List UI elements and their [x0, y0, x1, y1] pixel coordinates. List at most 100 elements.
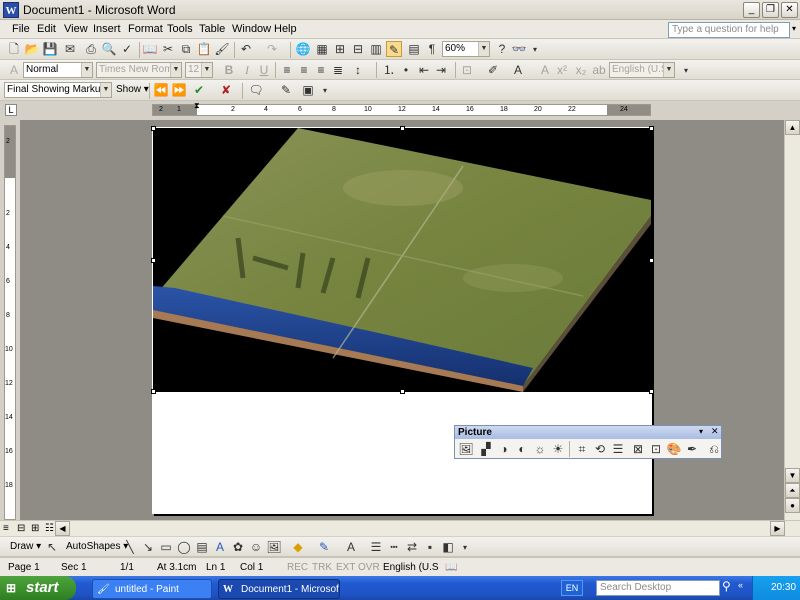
3d-style-icon[interactable]: ◧ — [440, 539, 456, 555]
resize-handle-ne[interactable] — [649, 126, 654, 131]
zoom-select[interactable]: 60% ▼ — [442, 41, 490, 57]
justify-icon[interactable]: ≣ — [330, 62, 346, 78]
resize-handle-n[interactable] — [400, 126, 405, 131]
previous-change-icon[interactable]: ⏪ — [153, 82, 169, 98]
text-box-icon[interactable]: ▤ — [194, 539, 210, 555]
format-painter-icon[interactable]: 🖌 — [214, 41, 230, 57]
arrow-icon[interactable]: ↘ — [140, 539, 156, 555]
resize-handle-e[interactable] — [649, 258, 654, 263]
picture-toolbar-close-icon[interactable]: ✕ — [711, 426, 719, 437]
set-transparent-color-icon[interactable]: ✒ — [684, 441, 700, 457]
paste-icon[interactable]: 📋 — [196, 41, 212, 57]
toolbar-options-icon-2[interactable]: ▾ — [678, 63, 694, 79]
crop-icon[interactable]: ⌗ — [574, 441, 590, 457]
increase-indent-icon[interactable]: ⇥ — [433, 62, 449, 78]
scroll-up-button[interactable]: ▲ — [785, 120, 800, 135]
permission-icon[interactable]: ✉ — [62, 41, 78, 57]
desktop-search-input[interactable]: Search Desktop — [596, 580, 720, 596]
language-indicator[interactable]: EN — [561, 580, 583, 596]
font-select[interactable]: Times New Roman ▼ — [96, 62, 182, 78]
menu-table[interactable]: Table — [199, 23, 225, 35]
fill-color-icon[interactable]: ◆ — [290, 539, 306, 555]
close-button[interactable]: ✕ — [781, 2, 798, 18]
horizontal-ruler[interactable]: 2 1 2 4 6 8 10 12 14 16 18 20 22 24 — [152, 104, 651, 116]
spelling-icon[interactable]: ✓ — [119, 41, 135, 57]
shading-icon[interactable]: ab — [591, 62, 607, 78]
font-color-draw-icon[interactable]: A — [343, 539, 359, 555]
dash-style-icon[interactable]: ┅ — [386, 539, 402, 555]
document-map-icon[interactable]: ▤ — [406, 41, 422, 57]
help-search-input[interactable]: Type a question for help — [668, 22, 790, 38]
insert-excel-icon[interactable]: ⊟ — [350, 41, 366, 57]
insert-table-icon[interactable]: ⊞ — [332, 41, 348, 57]
line-icon[interactable]: ╲ — [122, 539, 138, 555]
research-icon[interactable]: 📖 — [142, 41, 158, 57]
decrease-indent-icon[interactable]: ⇤ — [416, 62, 432, 78]
toolbar-options-icon[interactable]: ▾ — [527, 42, 543, 58]
language-select[interactable]: English (U.S.) ▼ — [609, 62, 675, 78]
save-icon[interactable]: 💾 — [42, 41, 58, 57]
next-change-icon[interactable]: ⏩ — [171, 82, 187, 98]
scroll-right-button[interactable]: ▶ — [770, 521, 785, 536]
status-ovr[interactable]: OVR — [358, 562, 380, 573]
show-button[interactable]: Show ▾ — [116, 84, 149, 95]
align-right-icon[interactable]: ≡ — [313, 62, 329, 78]
track-changes-icon[interactable]: ✎ — [278, 82, 294, 98]
toolbar-options-icon-4[interactable]: ▾ — [699, 427, 703, 436]
menu-window[interactable]: Window — [232, 23, 271, 35]
tab-selector-icon[interactable]: L — [5, 104, 17, 116]
select-browse-object-button[interactable]: ● — [785, 498, 800, 513]
spelling-status-icon[interactable]: 📖 — [445, 562, 457, 573]
font-grow-icon[interactable]: A — [537, 62, 553, 78]
superscript-icon[interactable]: x² — [554, 62, 570, 78]
status-rec[interactable]: REC — [287, 562, 308, 573]
previous-page-button[interactable]: ⏶ — [785, 483, 800, 498]
align-center-icon[interactable]: ≡ — [296, 62, 312, 78]
format-picture-icon[interactable]: 🎨 — [666, 441, 682, 457]
copy-icon[interactable]: ⧉ — [178, 41, 194, 57]
align-left-icon[interactable]: ≡ — [279, 62, 295, 78]
picture-toolbar[interactable]: Picture ▾ ✕ 🖼 ▞ ◑ ◐ ☼ ☀ ⌗ ⟲ ☰ ⊠ ⊡ 🎨 ✒ ⎌ — [454, 425, 722, 459]
menu-insert[interactable]: Insert — [93, 23, 121, 35]
arrow-style-icon[interactable]: ⇄ — [404, 539, 420, 555]
read-icon[interactable]: 👓 — [511, 41, 527, 57]
insert-comment-icon[interactable]: 🗨 — [248, 82, 264, 98]
print-preview-icon[interactable]: 🔍 — [101, 41, 117, 57]
styles-icon[interactable]: A — [6, 62, 22, 78]
horizontal-scrollbar[interactable]: ≡ ⊟ ⊞ ☷ ◀ ▶ — [0, 520, 800, 536]
compress-icon[interactable]: ⊠ — [630, 441, 646, 457]
line-style-draw-icon[interactable]: ☰ — [368, 539, 384, 555]
line-color-icon[interactable]: ✎ — [316, 539, 332, 555]
resize-handle-sw[interactable] — [151, 389, 156, 394]
tables-borders-icon[interactable]: ▦ — [314, 41, 330, 57]
bold-icon[interactable]: B — [221, 62, 237, 78]
hyperlink-icon[interactable]: 🌐 — [295, 41, 311, 57]
clip-art-icon[interactable]: ☺ — [248, 539, 264, 555]
menu-edit[interactable]: Edit — [37, 23, 56, 35]
underline-icon[interactable]: U — [256, 62, 272, 78]
less-brightness-icon[interactable]: ☀ — [550, 441, 566, 457]
line-spacing-icon[interactable]: ↕ — [350, 62, 366, 78]
undo-icon[interactable]: ↶ — [238, 41, 254, 57]
bullets-icon[interactable]: • — [398, 62, 414, 78]
picture-icon[interactable]: 🖼 — [266, 539, 282, 555]
reset-picture-icon[interactable]: ⎌ — [706, 441, 722, 457]
minimize-button[interactable]: _ — [743, 2, 760, 18]
show-hide-icon[interactable]: ¶ — [424, 41, 440, 57]
display-review-select[interactable]: Final Showing Markup ▼ — [4, 82, 112, 98]
numbering-icon[interactable]: ⒈ — [381, 62, 397, 78]
taskbar-item-word[interactable]: W Document1 - Microsof... — [218, 579, 340, 599]
redo-icon[interactable]: ↷ — [264, 41, 280, 57]
clock[interactable]: 20:30 — [771, 576, 796, 600]
select-objects-icon[interactable]: ↖ — [44, 539, 60, 555]
word-app-icon[interactable]: W — [3, 2, 19, 18]
italic-icon[interactable]: I — [239, 62, 255, 78]
inserted-picture[interactable] — [153, 128, 652, 392]
menu-format[interactable]: Format — [128, 23, 163, 35]
rectangle-icon[interactable]: ▭ — [158, 539, 174, 555]
status-trk[interactable]: TRK — [312, 562, 332, 573]
resize-handle-se[interactable] — [649, 389, 654, 394]
more-brightness-icon[interactable]: ☼ — [532, 441, 548, 457]
tray-expand-icon[interactable]: « — [738, 580, 743, 590]
menu-view[interactable]: View — [64, 23, 88, 35]
